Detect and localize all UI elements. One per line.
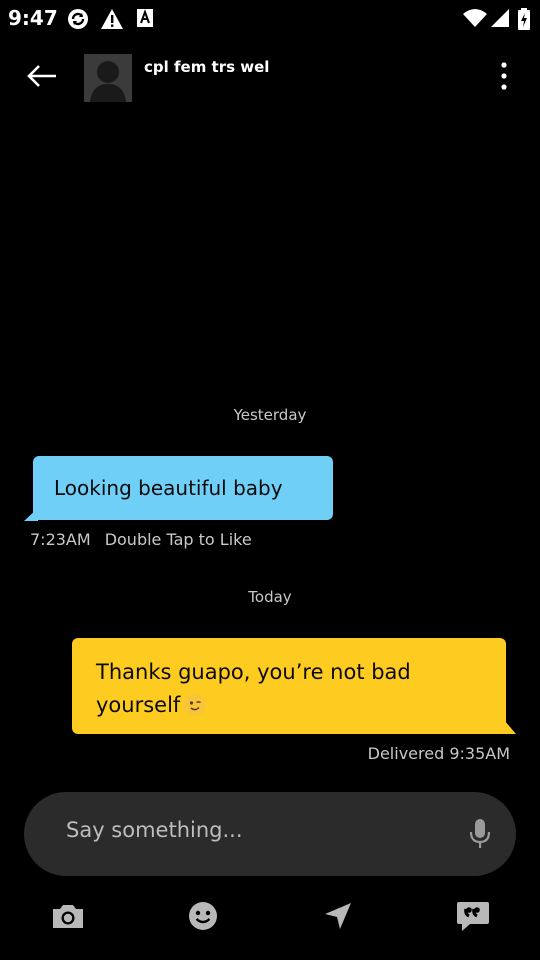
more-options-button[interactable] — [490, 62, 518, 94]
emoji-icon — [188, 901, 218, 935]
message-composer — [24, 792, 516, 876]
quote-bubble-icon — [456, 900, 490, 936]
double-tap-like-hint: Double Tap to Like — [104, 530, 252, 549]
outgoing-message-status: Delivered 9:35AM — [367, 744, 510, 763]
incoming-message-time: 7:23AM — [30, 530, 91, 549]
text-box-icon — [136, 8, 154, 32]
outgoing-bubble-tail — [504, 720, 516, 734]
date-separator-yesterday: Yesterday — [233, 406, 307, 424]
bottom-toolbar — [0, 896, 540, 940]
wifi-icon — [462, 8, 488, 32]
warning-icon — [100, 8, 124, 34]
emoji-button[interactable] — [185, 900, 221, 936]
more-vertical-icon — [500, 61, 508, 95]
message-input[interactable] — [66, 818, 436, 842]
sync-icon — [66, 8, 90, 34]
outgoing-message-text: Thanks guapo, you’re not bad yourself — [96, 660, 411, 717]
saved-phrases-button[interactable] — [455, 900, 491, 936]
incoming-message-meta: 7:23AM Double Tap to Like — [30, 530, 252, 549]
person-silhouette-icon — [90, 61, 126, 102]
battery-icon — [518, 8, 530, 34]
camera-button[interactable] — [50, 900, 86, 936]
incoming-message-bubble[interactable]: Looking beautiful baby — [33, 456, 333, 520]
contact-name[interactable]: cpl fem trs wel — [144, 58, 269, 76]
arrow-left-icon — [26, 64, 58, 92]
date-separator-today: Today — [248, 588, 292, 606]
location-button[interactable] — [320, 900, 356, 936]
contact-avatar[interactable] — [84, 54, 132, 102]
camera-icon — [51, 902, 85, 934]
back-button[interactable] — [22, 60, 62, 96]
status-time: 9:47 — [8, 6, 58, 30]
microphone-icon — [468, 819, 492, 854]
voice-message-button[interactable] — [468, 818, 492, 850]
location-arrow-icon — [323, 901, 353, 935]
winking-face-emoji-icon — [184, 694, 207, 716]
status-bar: 9:47 — [0, 0, 540, 36]
outgoing-message-bubble[interactable]: Thanks guapo, you’re not bad yourself — [72, 638, 506, 734]
cell-signal-icon — [490, 8, 510, 32]
chat-header: cpl fem trs wel — [0, 36, 540, 116]
incoming-message-text: Looking beautiful baby — [54, 476, 283, 500]
